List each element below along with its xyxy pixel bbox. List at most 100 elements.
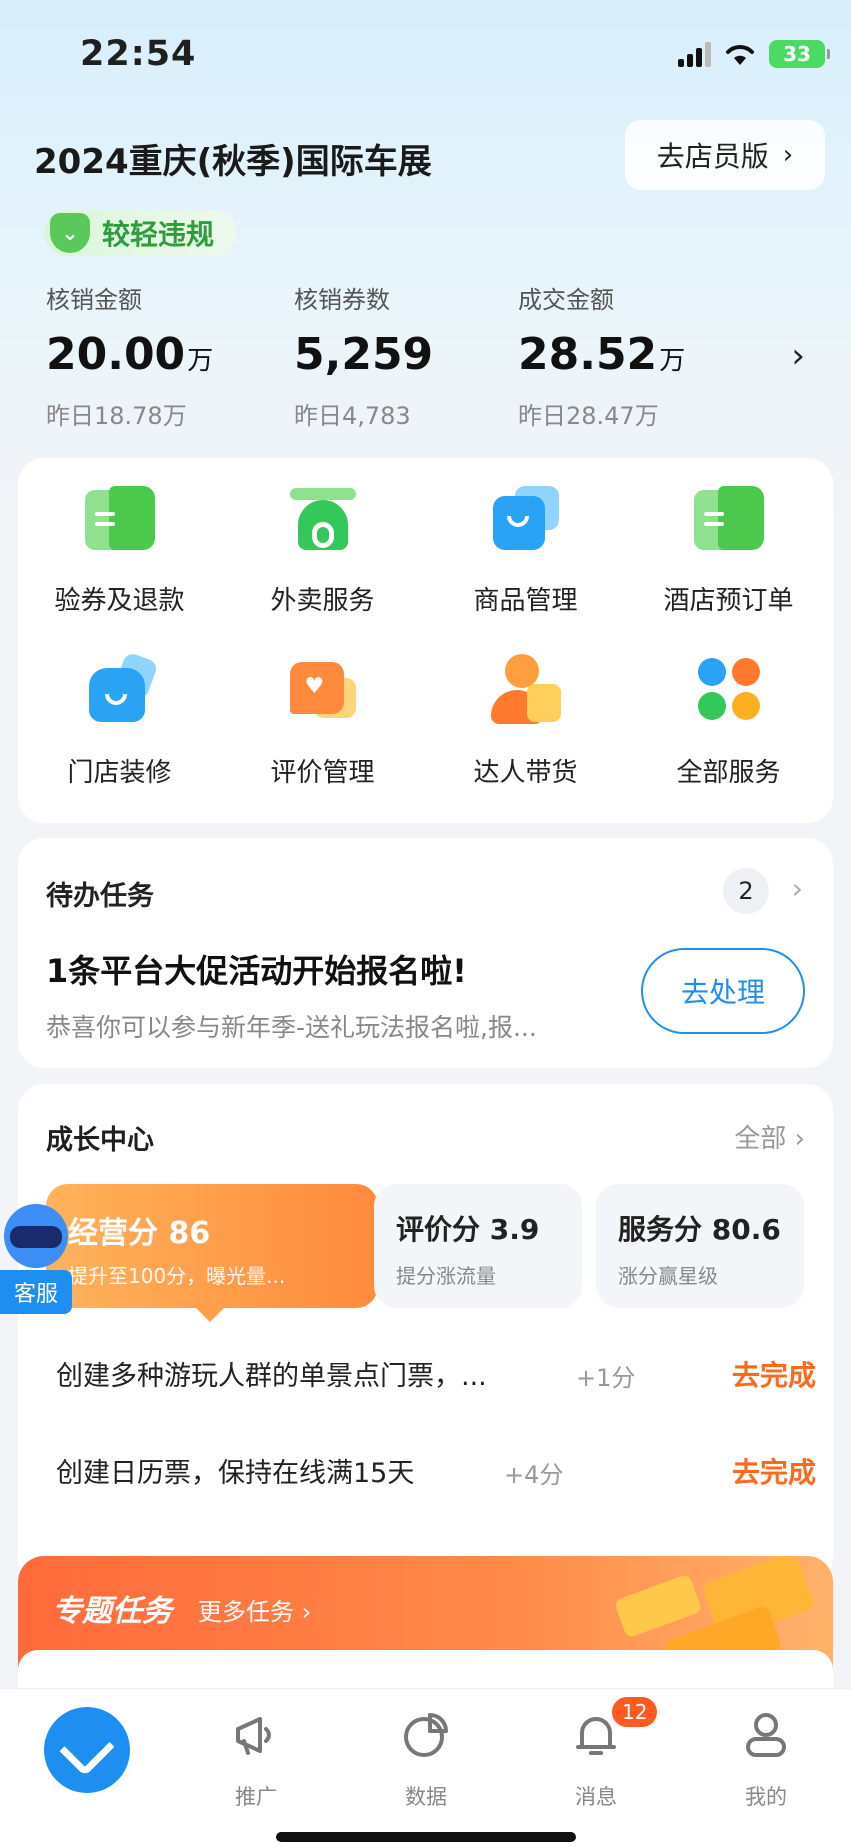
chevron-right-icon: › — [794, 1124, 805, 1154]
stat-previous: 昨日28.47万 — [518, 402, 659, 430]
service-delivery[interactable]: 外卖服务 — [221, 482, 424, 617]
growth-task-points: +1分 — [576, 1364, 636, 1392]
complete-button[interactable]: 去完成 — [732, 1354, 816, 1394]
service-label: 商品管理 — [473, 586, 578, 616]
review-score-card[interactable]: 评价分 3.9 提分涨流量 — [374, 1184, 582, 1308]
service-label: 评价管理 — [270, 758, 375, 788]
tab-promotion[interactable]: 推广 — [196, 1709, 316, 1811]
stat-verified-count: 核销券数 5,259 昨日4,783 — [294, 280, 435, 431]
bag-icon — [489, 482, 563, 554]
services-grid: 验券及退款 外卖服务 商品管理 酒店预订单 门店装修 ♥ 评价管理 达人带货 全… — [18, 458, 833, 823]
growth-center-card: 成长中心 全部 › 经营分 86 提升至100分，曝光量... 评价分 3.9 … — [18, 1084, 833, 1584]
expert-icon — [489, 654, 563, 726]
house-icon — [83, 651, 159, 726]
service-reviews[interactable]: ♥ 评价管理 — [221, 654, 424, 789]
growth-task-row[interactable]: 创建日历票，保持在线满15天 +4分 去完成 — [56, 1441, 816, 1501]
stat-value: 28.52万 — [518, 329, 686, 380]
service-label: 验券及退款 — [54, 586, 185, 616]
stat-value: 5,259 — [294, 329, 434, 380]
stat-previous: 昨日4,783 — [294, 402, 411, 430]
service-label: 外卖服务 — [270, 586, 375, 616]
service-store-decoration[interactable]: 门店装修 — [18, 651, 221, 789]
todo-task-title: 1条平台大促活动开始报名啦! — [46, 952, 467, 990]
scooter-icon — [286, 482, 360, 554]
todo-count-badge[interactable]: 2 — [723, 868, 769, 914]
service-label: 达人带货 — [473, 758, 578, 788]
tab-label: 我的 — [745, 1785, 787, 1809]
battery-level: 33 — [783, 42, 811, 66]
stat-label: 核销券数 — [294, 286, 390, 314]
business-score-hint: 提升至100分，曝光量... — [68, 1264, 286, 1288]
business-score: 经营分 86 — [68, 1216, 211, 1251]
shield-icon: ⌄ — [50, 213, 90, 253]
coupon-icon — [613, 1573, 703, 1639]
status-time: 22:54 — [80, 34, 197, 74]
more-tasks-link[interactable]: 更多任务 › — [198, 1592, 311, 1627]
handle-button[interactable]: 去处理 — [641, 948, 805, 1034]
stats-panel[interactable]: 核销金额 20.00万 昨日18.78万 核销券数 5,259 昨日4,783 … — [46, 280, 826, 430]
growth-task-row[interactable]: 创建多种游玩人群的单景点门票，... +1分 去完成 — [56, 1344, 816, 1404]
service-influencer-sales[interactable]: 达人带货 — [424, 654, 627, 789]
growth-task-title: 创建日历票，保持在线满15天 — [56, 1458, 415, 1489]
tab-home[interactable] — [44, 1707, 130, 1793]
growth-task-title: 创建多种游玩人群的单景点门票，... — [56, 1361, 487, 1392]
review-score-hint: 提分涨流量 — [396, 1264, 496, 1288]
home-logo-icon — [59, 1721, 115, 1777]
service-score-card[interactable]: 服务分 80.6 涨分赢星级 — [596, 1184, 804, 1308]
wifi-icon — [726, 45, 754, 65]
tab-bar: 推广 数据 消息 12 我的 — [0, 1688, 851, 1847]
todo-card: 待办任务 2 › 1条平台大促活动开始报名啦! 恭喜你可以参与新年季-送礼玩法报… — [18, 838, 833, 1068]
service-all[interactable]: 全部服务 — [627, 654, 830, 789]
service-hotel-booking[interactable]: 酒店预订单 — [627, 482, 830, 617]
customer-service-label: 客服 — [0, 1270, 72, 1314]
megaphone-icon — [236, 1717, 271, 1755]
service-products[interactable]: 商品管理 — [424, 482, 627, 617]
complete-button[interactable]: 去完成 — [732, 1451, 816, 1491]
review-icon: ♥ — [286, 654, 360, 726]
tab-label: 数据 — [405, 1785, 447, 1809]
user-icon — [746, 1713, 786, 1757]
tab-data[interactable]: 数据 — [366, 1709, 486, 1811]
clerk-version-label: 去店员版 — [656, 140, 769, 173]
growth-title: 成长中心 — [46, 1125, 154, 1156]
battery-icon: 33 — [769, 40, 830, 68]
grid-icon — [692, 654, 766, 726]
todo-task-desc: 恭喜你可以参与新年季-送礼玩法报名啦,报... — [46, 1013, 537, 1042]
todo-title: 待办任务 — [46, 881, 154, 912]
stat-label: 核销金额 — [46, 286, 142, 314]
violation-label: 较轻违规 — [102, 218, 215, 251]
growth-all-link[interactable]: 全部 › — [734, 1118, 805, 1155]
pie-chart-icon — [404, 1713, 448, 1757]
stat-deal-amount: 成交金额 28.52万 昨日28.47万 — [518, 280, 685, 431]
ticket-icon — [692, 482, 766, 554]
visor-icon — [10, 1226, 62, 1248]
review-score: 评价分 3.9 — [396, 1213, 540, 1246]
stat-label: 成交金额 — [518, 286, 614, 314]
customer-service-float[interactable]: 客服 — [0, 1200, 72, 1316]
clerk-version-button[interactable]: 去店员版 › — [625, 120, 825, 190]
stat-value: 20.00万 — [46, 329, 214, 380]
chevron-right-icon[interactable]: › — [792, 872, 803, 905]
chevron-right-icon[interactable]: › — [791, 336, 805, 376]
page-title: 2024重庆(秋季)国际车展 — [34, 142, 432, 182]
tab-profile[interactable]: 我的 — [706, 1709, 826, 1811]
notification-count-badge: 12 — [610, 1695, 660, 1729]
stat-verified-amount: 核销金额 20.00万 昨日18.78万 — [46, 280, 213, 431]
chevron-right-icon: › — [782, 140, 794, 170]
tab-label: 推广 — [235, 1785, 277, 1809]
tab-label: 消息 — [575, 1785, 617, 1809]
ticket-icon — [83, 482, 157, 554]
home-indicator — [276, 1832, 576, 1842]
service-score-hint: 涨分赢星级 — [618, 1264, 718, 1288]
service-voucher-refund[interactable]: 验券及退款 — [18, 482, 221, 617]
growth-task-points: +4分 — [504, 1461, 564, 1489]
violation-badge[interactable]: ⌄ 较轻违规 — [44, 210, 237, 256]
topic-title: 专题任务 — [52, 1594, 172, 1629]
service-label: 门店装修 — [67, 758, 172, 788]
service-label: 全部服务 — [676, 758, 781, 788]
service-label: 酒店预订单 — [663, 586, 794, 616]
business-score-card[interactable]: 经营分 86 提升至100分，曝光量... — [46, 1184, 378, 1322]
service-score: 服务分 80.6 — [618, 1213, 781, 1246]
signal-icon — [678, 41, 711, 67]
stat-previous: 昨日18.78万 — [46, 402, 187, 430]
